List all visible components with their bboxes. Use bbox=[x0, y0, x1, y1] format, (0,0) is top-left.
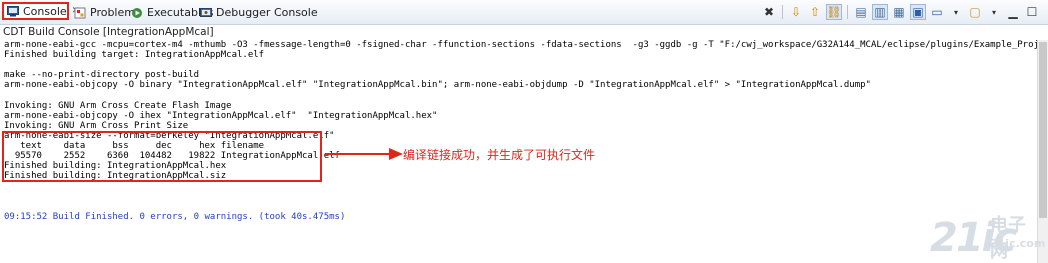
console-line: Finished building target: IntegrationApp… bbox=[4, 50, 265, 61]
tab-label: Debugger Console bbox=[216, 6, 318, 19]
tab-debugger-console[interactable]: Debugger Console bbox=[200, 3, 318, 22]
display-console-icon[interactable]: ▣ bbox=[910, 4, 926, 20]
scroll-lock-icon[interactable]: ▦ bbox=[891, 4, 907, 20]
watermark-sub: 21ic.com bbox=[990, 237, 1046, 250]
executables-icon bbox=[131, 7, 143, 19]
console-line: arm-none-eabi-objcopy -O ihex "Integrati… bbox=[4, 110, 438, 121]
console-icon bbox=[7, 5, 19, 17]
console-line: Invoking: GNU Arm Cross Print Size bbox=[4, 120, 189, 131]
scrollbar-thumb[interactable] bbox=[1039, 42, 1047, 218]
scroll-down-icon[interactable]: ⇩ bbox=[788, 4, 804, 20]
console-line: 09:15:52 Build Finished. 0 errors, 0 war… bbox=[4, 211, 346, 222]
dropdown-icon[interactable]: ▾ bbox=[948, 4, 964, 20]
console-line: make --no-print-directory post-build bbox=[4, 70, 200, 81]
scroll-up-icon[interactable]: ⇧ bbox=[807, 4, 823, 20]
console-line: arm-none-eabi-gcc -mcpu=cortex-m4 -mthum… bbox=[4, 40, 1040, 50]
console-line: arm-none-eabi-objcopy -O binary "Integra… bbox=[4, 80, 871, 91]
minimize-icon[interactable]: ▁ bbox=[1005, 4, 1021, 20]
problems-icon bbox=[74, 7, 86, 19]
new-console-icon-2[interactable]: ▢ bbox=[967, 4, 983, 20]
tab-label: Console bbox=[23, 4, 67, 18]
arrow-annotation bbox=[325, 146, 403, 160]
remove-launch-icon[interactable]: ✖ bbox=[761, 4, 777, 20]
word-wrap-icon[interactable]: ▤ bbox=[853, 4, 869, 20]
debugger-console-icon bbox=[200, 7, 212, 19]
pin-icon[interactable]: ▥ bbox=[872, 4, 888, 20]
toolbar-separator bbox=[782, 5, 783, 19]
watermark-logo: 21ic 电子网 21ic.com bbox=[930, 209, 1045, 262]
console-line: Invoking: GNU Arm Cross Create Flash Ima… bbox=[4, 100, 232, 111]
console-toolbar: ✖ ⇩ ⇧ ⛓ ▤ ▥ ▦ ▣ ▭ ▾ ▢ ▾ ▁ ☐ bbox=[761, 3, 1040, 21]
new-console-icon[interactable]: ▭ bbox=[929, 4, 945, 20]
menu-icon[interactable]: ▾ bbox=[986, 4, 1002, 20]
highlight-box bbox=[2, 131, 322, 182]
link-icon[interactable]: ⛓ bbox=[826, 4, 842, 20]
annotation-text: 编译链接成功，并生成了可执行文件 bbox=[403, 148, 596, 162]
maximize-icon[interactable]: ☐ bbox=[1024, 4, 1040, 20]
tab-console[interactable]: Console ✕ bbox=[2, 2, 79, 20]
toolbar-separator bbox=[847, 5, 848, 19]
console-title: CDT Build Console [IntegrationAppMcal] bbox=[0, 25, 1048, 39]
view-tab-bar: Console ✕ Problems Executables Debugger … bbox=[0, 0, 1048, 25]
